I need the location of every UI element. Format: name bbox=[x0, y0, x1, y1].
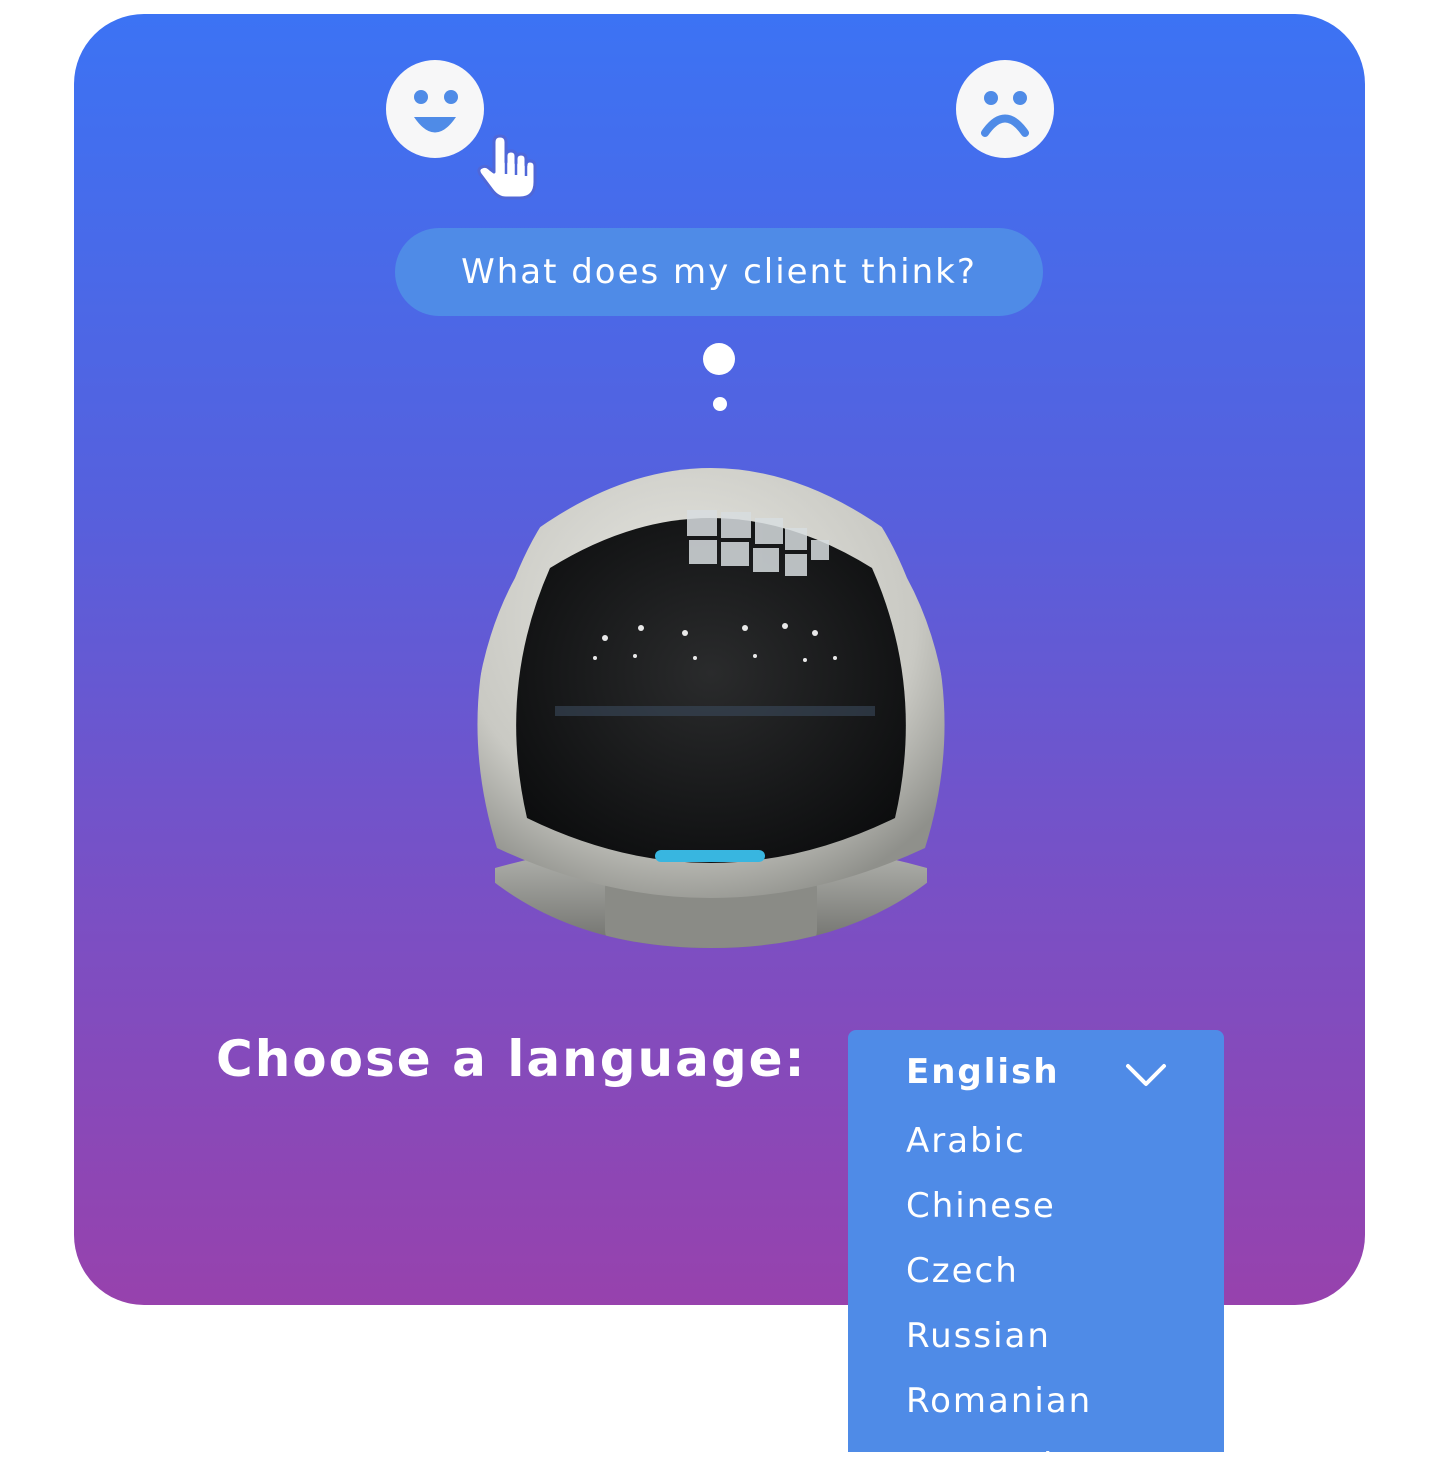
robot-image bbox=[455, 428, 967, 954]
language-option[interactable]: Hungarian bbox=[906, 1441, 1101, 1452]
thought-bubble-text: What does my client think? bbox=[461, 252, 977, 292]
language-option[interactable]: Russian bbox=[906, 1311, 1101, 1376]
language-option[interactable]: Chinese bbox=[906, 1181, 1101, 1246]
language-option[interactable]: Arabic bbox=[906, 1116, 1101, 1181]
thought-dot-small bbox=[713, 397, 727, 411]
language-dropdown[interactable]: English Arabic Chinese Czech Russian Rom… bbox=[848, 1030, 1224, 1452]
language-option[interactable]: Romanian bbox=[906, 1376, 1101, 1441]
hand-pointer-icon bbox=[472, 132, 542, 208]
happy-face-icon[interactable] bbox=[386, 60, 484, 158]
language-options-list: Arabic Chinese Czech Russian Romanian Hu… bbox=[906, 1116, 1101, 1452]
choose-language-label: Choose a language: bbox=[216, 1030, 807, 1088]
thought-dot-large bbox=[703, 343, 735, 375]
thought-bubble: What does my client think? bbox=[395, 228, 1043, 316]
language-selected[interactable]: English bbox=[906, 1052, 1060, 1092]
chevron-down-icon[interactable] bbox=[1124, 1062, 1168, 1092]
language-option[interactable]: Czech bbox=[906, 1246, 1101, 1311]
sad-face-icon[interactable] bbox=[956, 60, 1054, 158]
